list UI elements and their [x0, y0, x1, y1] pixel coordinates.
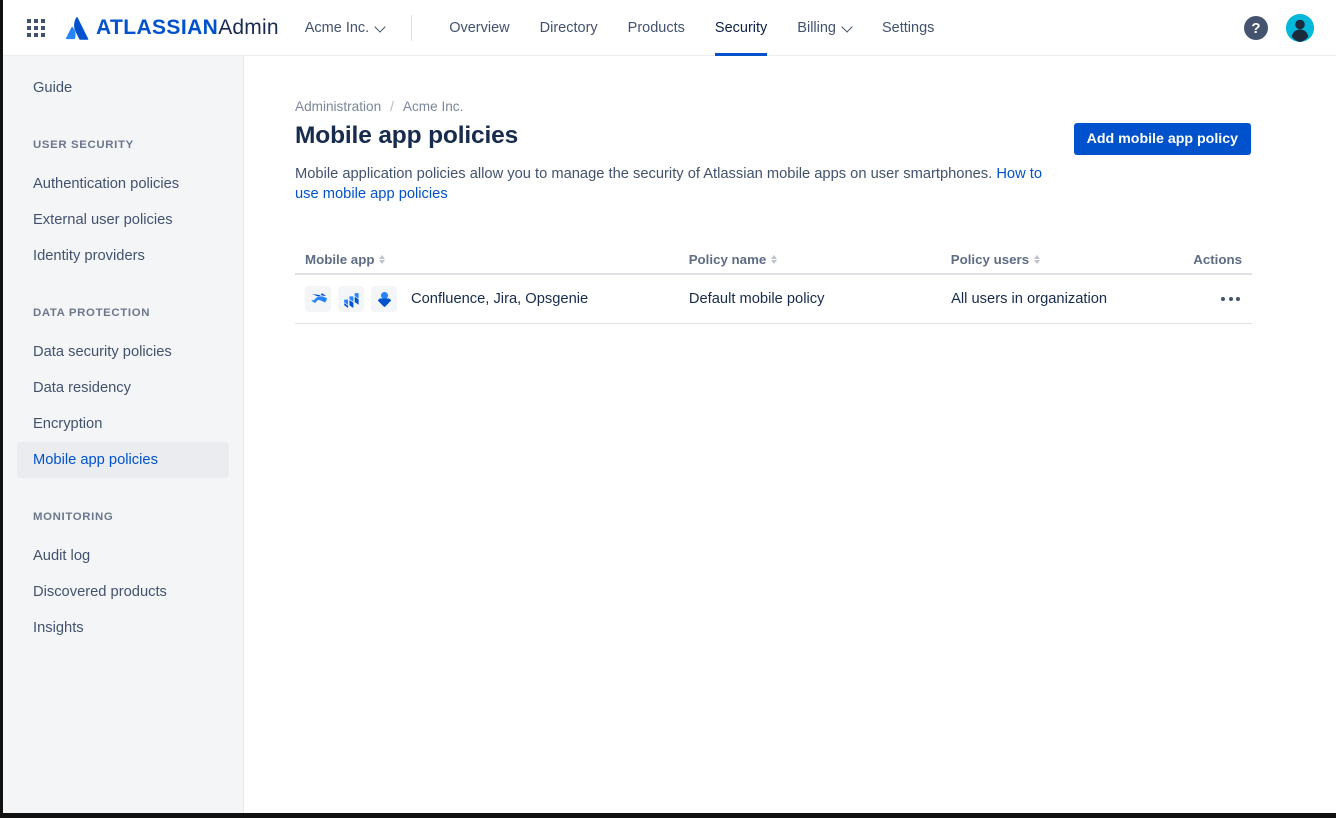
breadcrumb-administration[interactable]: Administration [295, 99, 381, 114]
tab-overview[interactable]: Overview [434, 0, 524, 56]
help-icon[interactable]: ? [1244, 16, 1268, 40]
sidebar-item-data-security-policies[interactable]: Data security policies [17, 334, 229, 370]
tab-products-label: Products [627, 19, 685, 36]
sidebar-item-label: Audit log [33, 548, 91, 564]
cell-policy-users: All users in organization [951, 291, 1108, 307]
sidebar-item-external-user-policies[interactable]: External user policies [17, 202, 229, 238]
primary-nav-tabs: Overview Directory Products Security Bil… [434, 0, 949, 56]
tab-products[interactable]: Products [613, 0, 700, 56]
column-header-actions: Actions [1193, 252, 1242, 267]
tab-billing[interactable]: Billing [782, 0, 867, 56]
sort-icon [379, 255, 386, 264]
confluence-glyph-icon [311, 292, 327, 303]
sidebar-item-authentication-policies[interactable]: Authentication policies [17, 166, 229, 202]
main-content: Administration / Acme Inc. Mobile app po… [245, 56, 1336, 813]
sidebar: Guide USER SECURITY Authentication polic… [3, 56, 244, 813]
top-navigation-bar: ATLASSIANAdmin Acme Inc. Overview Direct… [3, 0, 1336, 56]
jira-glyph-icon [343, 292, 359, 308]
sidebar-item-insights[interactable]: Insights [17, 610, 229, 646]
sidebar-item-label: Insights [33, 620, 84, 636]
sidebar-item-encryption[interactable]: Encryption [17, 406, 229, 442]
product-icons [305, 286, 397, 312]
brand-bold-text: ATLASSIAN [96, 15, 219, 39]
jira-icon [338, 286, 364, 312]
sidebar-section-data-protection: DATA PROTECTION [33, 307, 151, 319]
breadcrumb-org[interactable]: Acme Inc. [403, 99, 463, 114]
chevron-down-icon [843, 23, 852, 32]
sidebar-item-label: Encryption [33, 416, 103, 432]
cell-actions [1196, 291, 1242, 307]
mobile-app-policies-table: Mobile app Policy name Policy users Acti… [295, 247, 1252, 324]
org-switcher[interactable]: Acme Inc. [305, 20, 385, 36]
brand-text: ATLASSIANAdmin [96, 16, 279, 40]
sidebar-item-label: Mobile app policies [33, 452, 158, 468]
page-description: Mobile application policies allow you to… [295, 164, 1065, 204]
sidebar-item-label: Data security policies [33, 344, 172, 360]
help-icon-label: ? [1251, 19, 1261, 37]
tab-overview-label: Overview [449, 19, 510, 36]
cell-policy-name: Default mobile policy [688, 291, 825, 307]
tab-settings-label: Settings [881, 19, 935, 36]
tab-settings[interactable]: Settings [867, 0, 949, 56]
sidebar-item-label: External user policies [33, 212, 173, 228]
sidebar-item-guide[interactable]: Guide [17, 70, 229, 106]
app-window: ATLASSIANAdmin Acme Inc. Overview Direct… [0, 0, 1336, 818]
more-actions-icon[interactable] [1219, 291, 1242, 307]
column-header-mobile-app[interactable]: Mobile app [305, 252, 689, 267]
add-mobile-app-policy-button[interactable]: Add mobile app policy [1073, 123, 1251, 155]
opsgenie-glyph-icon [377, 291, 391, 307]
sidebar-item-label: Data residency [33, 380, 131, 396]
top-nav-actions: ? [1244, 0, 1314, 56]
tab-security[interactable]: Security [700, 0, 782, 56]
table-row[interactable]: Confluence, Jira, Opsgenie Default mobil… [295, 275, 1252, 324]
column-header-policy-users[interactable]: Policy users [951, 252, 1196, 267]
atlassian-logo-icon [65, 16, 89, 40]
sidebar-item-label: Identity providers [33, 248, 145, 264]
nav-divider [411, 14, 413, 41]
sidebar-item-discovered-products[interactable]: Discovered products [17, 574, 229, 610]
breadcrumb: Administration / Acme Inc. [295, 99, 1336, 114]
tab-security-label: Security [714, 19, 768, 36]
sidebar-item-label: Authentication policies [33, 176, 180, 192]
org-switcher-label: Acme Inc. [304, 19, 370, 36]
column-header-label: Policy name [688, 252, 767, 267]
opsgenie-icon [371, 286, 397, 312]
column-header-label: Actions [1193, 252, 1242, 267]
table-header-row: Mobile app Policy name Policy users Acti… [295, 247, 1252, 275]
app-switcher-icon[interactable] [25, 17, 47, 39]
column-header-policy-name[interactable]: Policy name [689, 252, 951, 267]
atlassian-admin-logo[interactable]: ATLASSIANAdmin [65, 16, 279, 40]
breadcrumb-separator: / [390, 99, 394, 114]
avatar-person-icon [1286, 14, 1314, 42]
cell-mobile-app: Confluence, Jira, Opsgenie [305, 286, 689, 312]
brand-regular-text: Admin [218, 15, 279, 39]
column-header-label: Policy users [950, 252, 1030, 267]
sidebar-item-identity-providers[interactable]: Identity providers [17, 238, 229, 274]
sidebar-item-audit-log[interactable]: Audit log [17, 538, 229, 574]
chevron-down-icon [376, 23, 385, 32]
sidebar-item-label: Discovered products [33, 584, 167, 600]
column-header-label: Mobile app [305, 252, 375, 267]
sidebar-item-mobile-app-policies[interactable]: Mobile app policies [17, 442, 229, 478]
tab-billing-label: Billing [797, 19, 836, 36]
sort-icon [771, 255, 778, 264]
sidebar-section-user-security: USER SECURITY [33, 139, 134, 151]
sort-icon [1034, 255, 1041, 264]
sidebar-section-monitoring: MONITORING [33, 511, 114, 523]
confluence-icon [305, 286, 331, 312]
tab-directory-label: Directory [539, 19, 598, 36]
page-description-text: Mobile application policies allow you to… [295, 166, 997, 182]
sidebar-item-data-residency[interactable]: Data residency [17, 370, 229, 406]
avatar[interactable] [1286, 14, 1314, 42]
tab-directory[interactable]: Directory [525, 0, 613, 56]
cell-mobile-app-label: Confluence, Jira, Opsgenie [411, 291, 589, 307]
sidebar-item-label: Guide [33, 80, 73, 96]
